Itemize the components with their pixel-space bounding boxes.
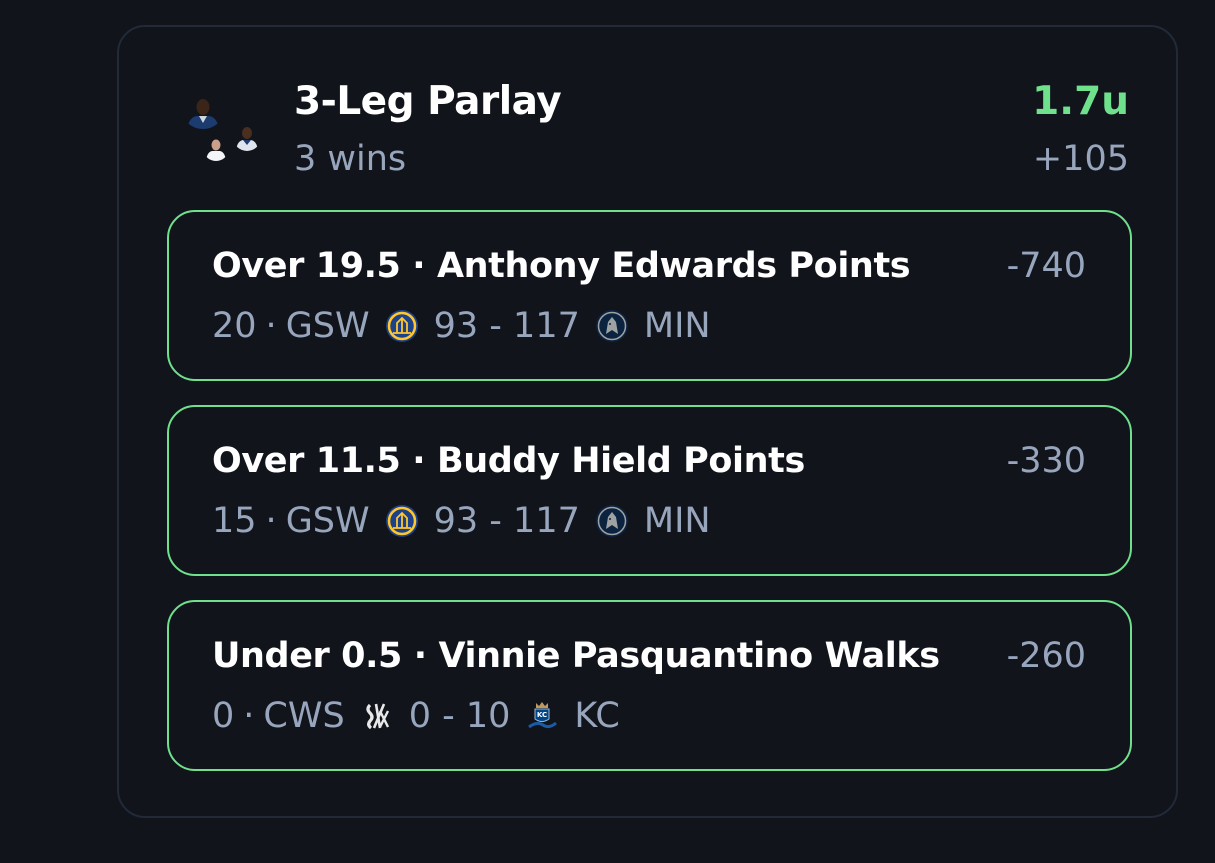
warriors-logo-icon [384,308,420,344]
parlay-odds: +105 [1032,139,1129,179]
svg-text:KC: KC [537,711,547,719]
player-avatar-icon [203,135,229,161]
game-score: 93 - 117 [433,501,580,541]
leg-title: Over 11.5 · Buddy Hield Points [212,441,805,481]
leg-result-value: 15 [212,501,257,541]
parlay-leg[interactable]: Under 0.5 · Vinnie Pasquantino Walks -26… [167,600,1132,771]
royals-logo-icon: KC [524,698,560,734]
home-team: MIN [643,306,711,346]
leg-odds: -740 [1006,246,1086,286]
parlay-leg[interactable]: Over 19.5 · Anthony Edwards Points -740 … [167,210,1132,381]
home-team: KC [574,696,620,736]
away-team: CWS [263,696,345,736]
parlay-result-summary: 3 wins [294,139,407,179]
timberwolves-logo-icon [594,503,630,539]
parlay-leg[interactable]: Over 11.5 · Buddy Hield Points -330 15 ·… [167,405,1132,576]
warriors-logo-icon [384,503,420,539]
home-team: MIN [643,501,711,541]
game-score: 0 - 10 [408,696,511,736]
player-avatars [179,95,263,181]
leg-title: Under 0.5 · Vinnie Pasquantino Walks [212,636,940,676]
separator-dot: · [243,696,255,736]
leg-game-line: 0 · CWS 0 - 10 KC KC [212,694,620,738]
leg-result-value: 20 [212,306,257,346]
leg-odds: -260 [1006,636,1086,676]
parlay-units: 1.7u [1032,79,1129,124]
away-team: GSW [285,306,370,346]
player-avatar-icon [183,95,223,129]
white-sox-logo-icon [359,698,395,734]
leg-title: Over 19.5 · Anthony Edwards Points [212,246,911,286]
player-avatar-icon [233,123,261,151]
away-team: GSW [285,501,370,541]
leg-game-line: 15 · GSW 93 - 117 MIN [212,499,711,543]
timberwolves-logo-icon [594,308,630,344]
parlay-title: 3-Leg Parlay [294,79,562,124]
game-score: 93 - 117 [433,306,580,346]
leg-result-value: 0 [212,696,235,736]
separator-dot: · [265,306,277,346]
leg-odds: -330 [1006,441,1086,481]
separator-dot: · [265,501,277,541]
leg-game-line: 20 · GSW 93 - 117 MIN [212,304,711,348]
parlay-header: 3-Leg Parlay 3 wins 1.7u +105 [119,27,1176,207]
parlay-card[interactable]: 3-Leg Parlay 3 wins 1.7u +105 Over 19.5 … [117,25,1178,818]
